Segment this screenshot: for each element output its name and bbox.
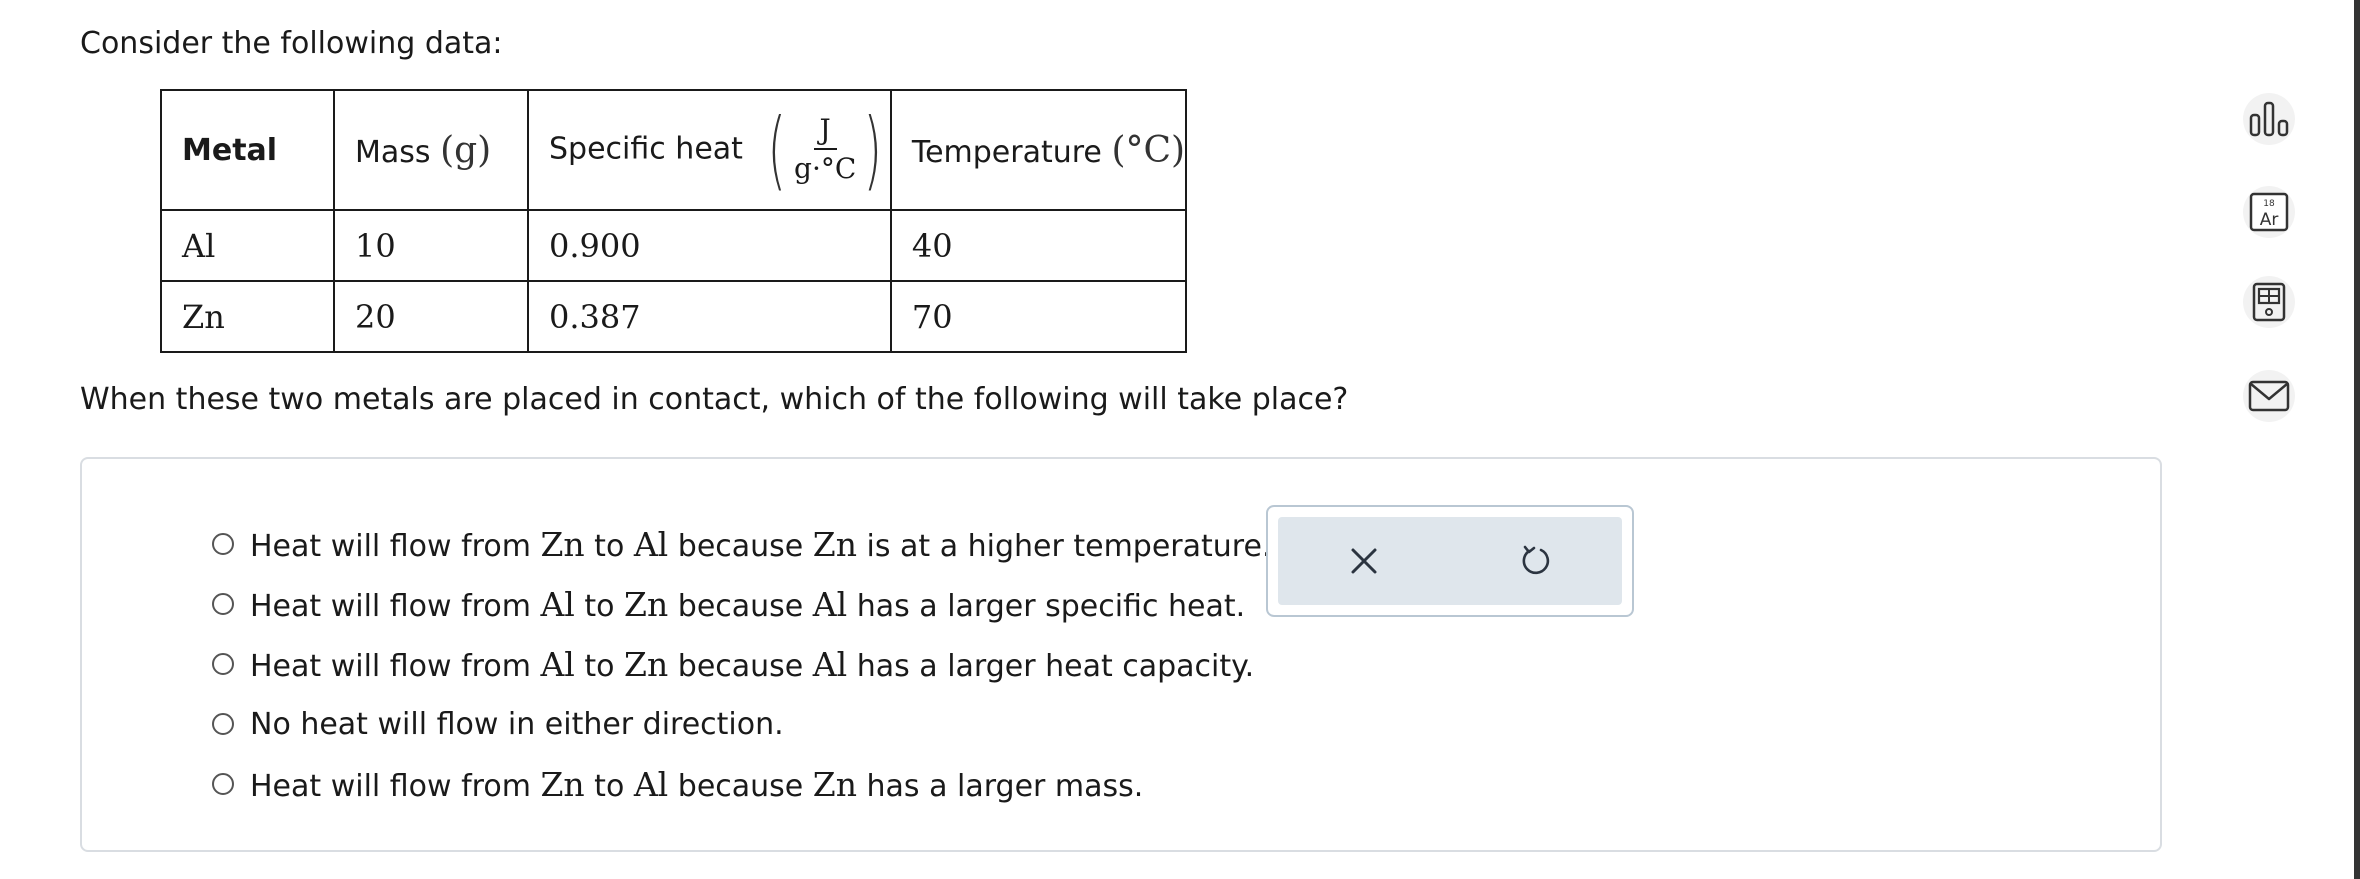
- cell-mass: 10: [333, 209, 529, 282]
- periodic-table-symbol: Ar: [2260, 210, 2279, 230]
- choice-option[interactable]: No heat will flow in either direction.: [212, 694, 1271, 754]
- reset-button[interactable]: [1450, 517, 1622, 605]
- mail-icon: [2248, 380, 2290, 412]
- periodic-table-button[interactable]: 18 Ar: [2243, 186, 2295, 238]
- choice-label: Heat will flow from Zn to Al because Zn …: [250, 524, 1272, 564]
- choice-option[interactable]: Heat will flow from Zn to Al because Zn …: [212, 754, 1271, 814]
- cell-metal: Al: [160, 209, 335, 282]
- header-metal: Metal: [160, 89, 335, 211]
- choice-list: Heat will flow from Zn to Al because Zn …: [212, 514, 1271, 814]
- cell-mass: 20: [333, 280, 529, 353]
- cell-temperature: 70: [889, 280, 1188, 353]
- calculator-icon: [2252, 282, 2286, 322]
- header-mass: Mass (g): [333, 89, 529, 211]
- data-table: Metal Mass (g) Specific heat ( J g·°C ) …: [160, 89, 1188, 353]
- choice-label: No heat will flow in either direction.: [250, 706, 784, 742]
- periodic-table-number: 18: [2263, 199, 2275, 209]
- question-text: When these two metals are placed in cont…: [80, 382, 1349, 417]
- header-temperature-label: Temperature: [911, 134, 1102, 170]
- header-temperature-unit: (°C): [1111, 129, 1186, 171]
- table-row: Al 10 0.900 40: [160, 209, 1188, 282]
- header-mass-label: Mass: [355, 134, 431, 170]
- clear-button[interactable]: [1278, 517, 1450, 605]
- action-button-group: [1278, 517, 1622, 605]
- undo-icon: [1522, 545, 1550, 575]
- cell-temperature: 40: [889, 209, 1188, 282]
- radio-button[interactable]: [212, 533, 234, 555]
- mail-button[interactable]: [2243, 370, 2295, 422]
- radio-button[interactable]: [212, 773, 234, 795]
- cell-specific-heat: 0.900: [527, 209, 892, 282]
- bar-chart-icon: [2249, 101, 2289, 137]
- table-row: Zn 20 0.387 70: [160, 280, 1188, 353]
- table-header-row: Metal Mass (g) Specific heat ( J g·°C ) …: [160, 89, 1188, 211]
- choice-label: Heat will flow from Al to Zn because Al …: [250, 584, 1246, 624]
- choice-label: Heat will flow from Zn to Al because Zn …: [250, 764, 1144, 804]
- unit-numerator: J: [813, 114, 837, 150]
- header-temperature: Temperature (°C): [889, 89, 1188, 211]
- radio-button[interactable]: [212, 653, 234, 675]
- calculator-button[interactable]: [2243, 276, 2295, 328]
- specific-heat-unit: ( J g·°C ): [768, 100, 883, 200]
- action-panel: [1266, 505, 1634, 617]
- right-edge-bar: [2354, 0, 2360, 879]
- intro-text: Consider the following data:: [80, 26, 503, 61]
- unit-denominator: g·°C: [794, 152, 857, 185]
- cell-metal: Zn: [160, 280, 335, 353]
- header-mass-unit: (g): [440, 129, 492, 171]
- radio-button[interactable]: [212, 593, 234, 615]
- cell-specific-heat: 0.387: [527, 280, 892, 353]
- periodic-table-icon: 18 Ar: [2249, 192, 2289, 232]
- choice-option[interactable]: Heat will flow from Zn to Al because Zn …: [212, 514, 1271, 574]
- choice-label: Heat will flow from Al to Zn because Al …: [250, 644, 1255, 684]
- choice-option[interactable]: Heat will flow from Al to Zn because Al …: [212, 574, 1271, 634]
- x-icon: [1351, 548, 1377, 574]
- choice-option[interactable]: Heat will flow from Al to Zn because Al …: [212, 634, 1271, 694]
- data-tool-button[interactable]: [2243, 93, 2295, 145]
- radio-button[interactable]: [212, 713, 234, 735]
- header-specific-heat-label: Specific heat: [549, 131, 743, 167]
- header-specific-heat: Specific heat ( J g·°C ): [527, 89, 892, 211]
